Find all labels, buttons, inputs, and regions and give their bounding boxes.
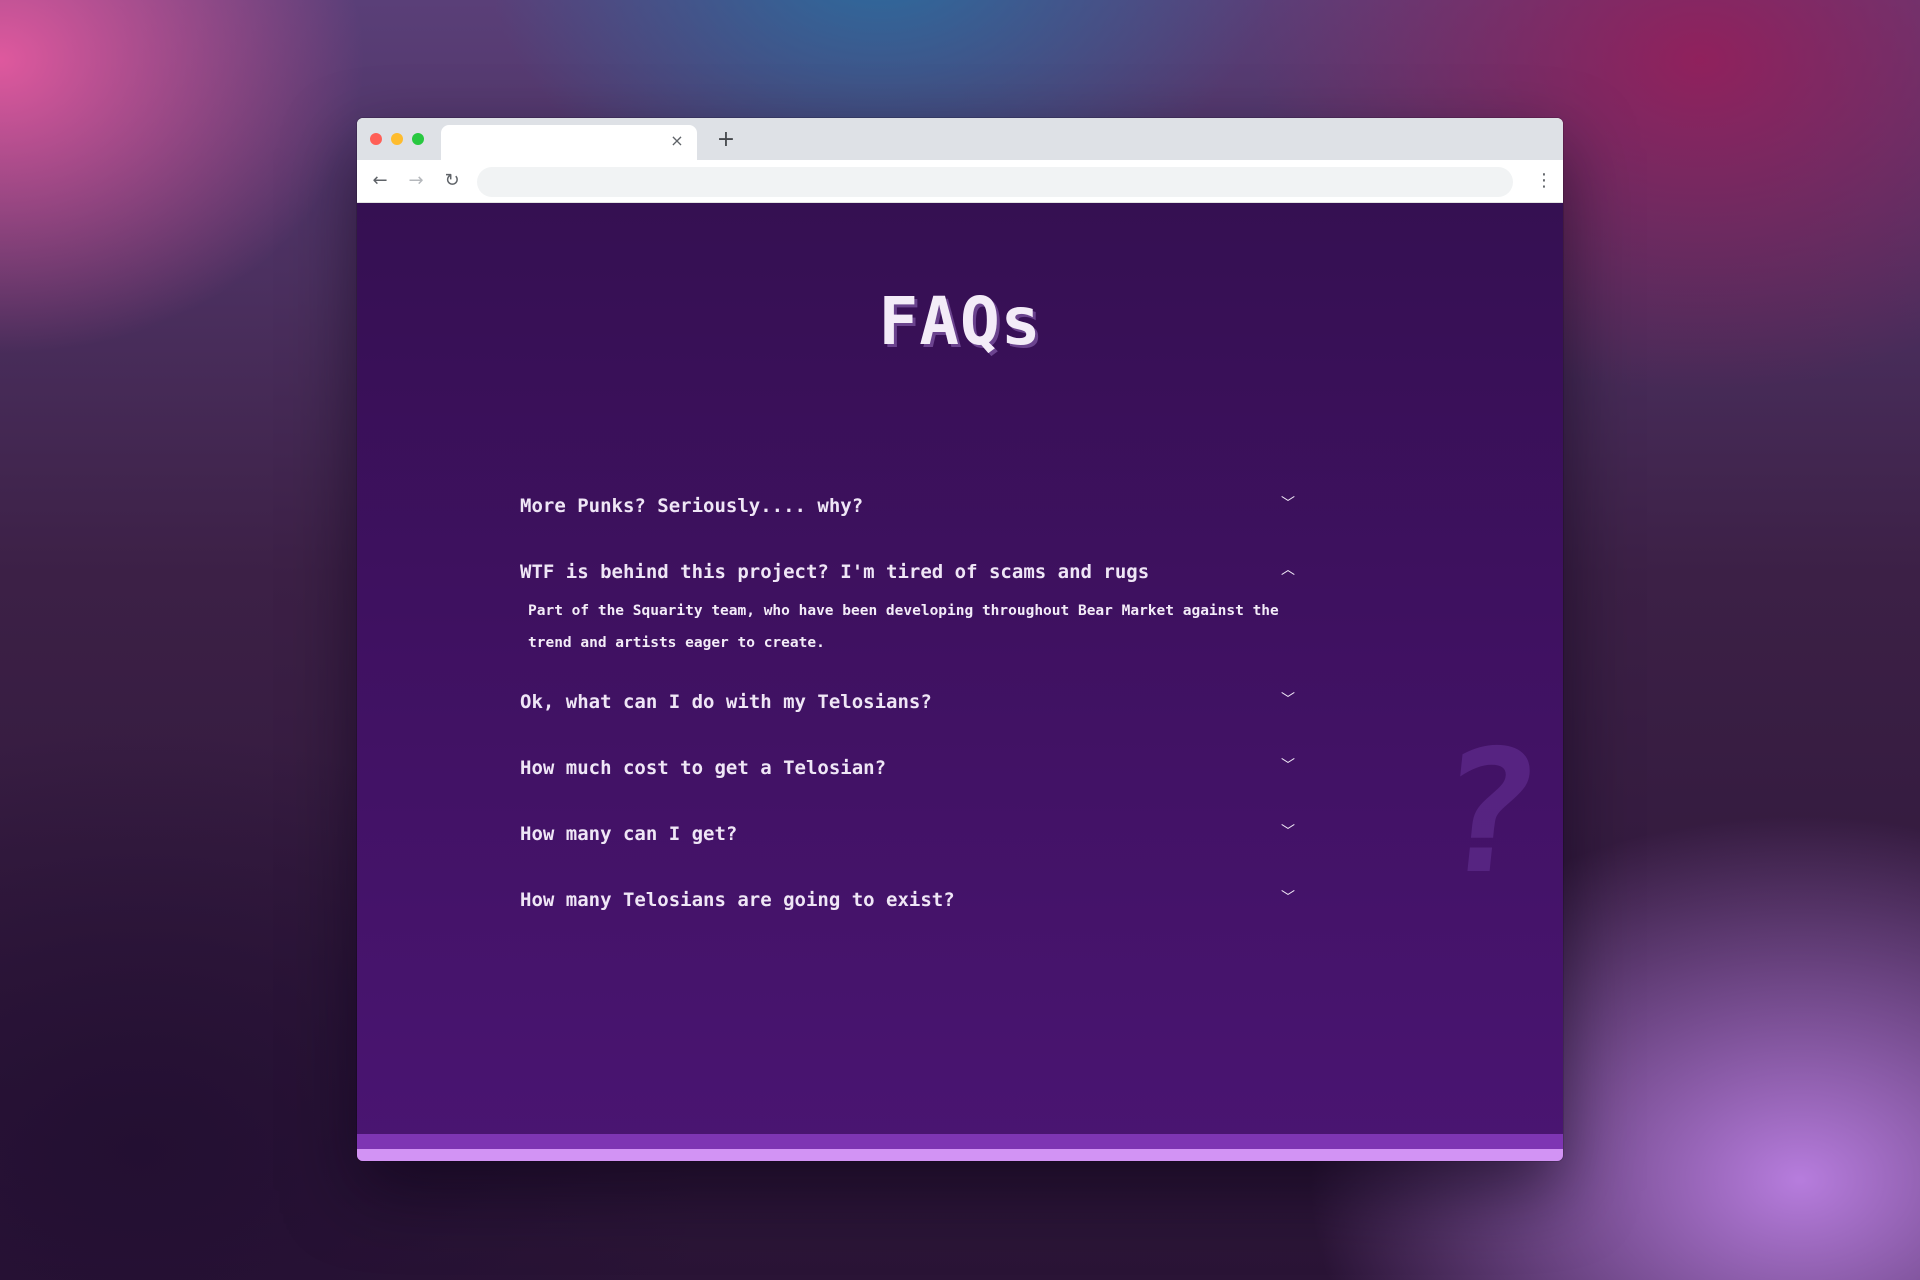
faq-question: How much cost to get a Telosian? bbox=[520, 757, 887, 779]
faq-item-expanded: WTF is behind this project? I'm tired of… bbox=[520, 539, 1300, 669]
question-mark-decoration: ? bbox=[1426, 714, 1550, 912]
browser-window: × + ← → ↻ ⋮ FAQs ? More Punks? Seriously… bbox=[357, 118, 1563, 1161]
chevron-down-icon[interactable]: ﹀ bbox=[1276, 867, 1300, 933]
faq-item: Ok, what can I do with my Telosians? ﹀ bbox=[520, 669, 1300, 735]
browser-tab[interactable]: × bbox=[441, 125, 697, 160]
faq-question: WTF is behind this project? I'm tired of… bbox=[520, 561, 1150, 583]
chevron-down-icon[interactable]: ﹀ bbox=[1276, 473, 1300, 539]
faq-question: How many can I get? bbox=[520, 823, 738, 845]
reload-icon[interactable]: ↻ bbox=[439, 168, 465, 194]
faq-question: Ok, what can I do with my Telosians? bbox=[520, 691, 932, 713]
chevron-down-icon[interactable]: ﹀ bbox=[1276, 669, 1300, 735]
chevron-down-icon[interactable]: ﹀ bbox=[1276, 735, 1300, 801]
chevron-up-icon[interactable]: ︿ bbox=[1276, 539, 1300, 605]
faq-question-toggle[interactable]: Ok, what can I do with my Telosians? ﹀ bbox=[520, 669, 1300, 735]
browser-menu-icon[interactable]: ⋮ bbox=[1535, 168, 1553, 194]
chevron-down-icon[interactable]: ﹀ bbox=[1276, 801, 1300, 867]
faq-page: FAQs ? More Punks? Seriously.... why? ﹀ … bbox=[357, 203, 1563, 1161]
faq-question: How many Telosians are going to exist? bbox=[520, 889, 955, 911]
close-window-button[interactable] bbox=[370, 133, 382, 145]
back-arrow-icon[interactable]: ← bbox=[367, 168, 393, 194]
minimize-window-button[interactable] bbox=[391, 133, 403, 145]
tab-bar: × + bbox=[357, 118, 1563, 160]
faq-question-toggle[interactable]: How much cost to get a Telosian? ﹀ bbox=[520, 735, 1300, 801]
faq-answer: Part of the Squarity team, who have been… bbox=[528, 603, 1279, 651]
close-tab-icon[interactable]: × bbox=[667, 131, 687, 151]
faq-list: More Punks? Seriously.... why? ﹀ WTF is … bbox=[520, 473, 1300, 933]
faq-question: More Punks? Seriously.... why? bbox=[520, 495, 864, 517]
faq-question-toggle[interactable]: More Punks? Seriously.... why? ﹀ bbox=[520, 473, 1300, 539]
footer-bar-highlight bbox=[357, 1149, 1563, 1161]
faq-item: More Punks? Seriously.... why? ﹀ bbox=[520, 473, 1300, 539]
forward-arrow-icon[interactable]: → bbox=[403, 168, 429, 194]
faq-question-toggle[interactable]: How many can I get? ﹀ bbox=[520, 801, 1300, 867]
maximize-window-button[interactable] bbox=[412, 133, 424, 145]
address-bar[interactable] bbox=[477, 167, 1513, 197]
new-tab-button[interactable]: + bbox=[712, 127, 740, 155]
browser-toolbar: ← → ↻ ⋮ bbox=[357, 160, 1563, 203]
faq-item: How much cost to get a Telosian? ﹀ bbox=[520, 735, 1300, 801]
page-title: FAQs bbox=[878, 283, 1042, 360]
faq-question-toggle[interactable]: How many Telosians are going to exist? ﹀ bbox=[520, 867, 1300, 933]
faq-item: How many Telosians are going to exist? ﹀ bbox=[520, 867, 1300, 933]
faq-question-toggle[interactable]: WTF is behind this project? I'm tired of… bbox=[520, 539, 1300, 605]
faq-item: How many can I get? ﹀ bbox=[520, 801, 1300, 867]
